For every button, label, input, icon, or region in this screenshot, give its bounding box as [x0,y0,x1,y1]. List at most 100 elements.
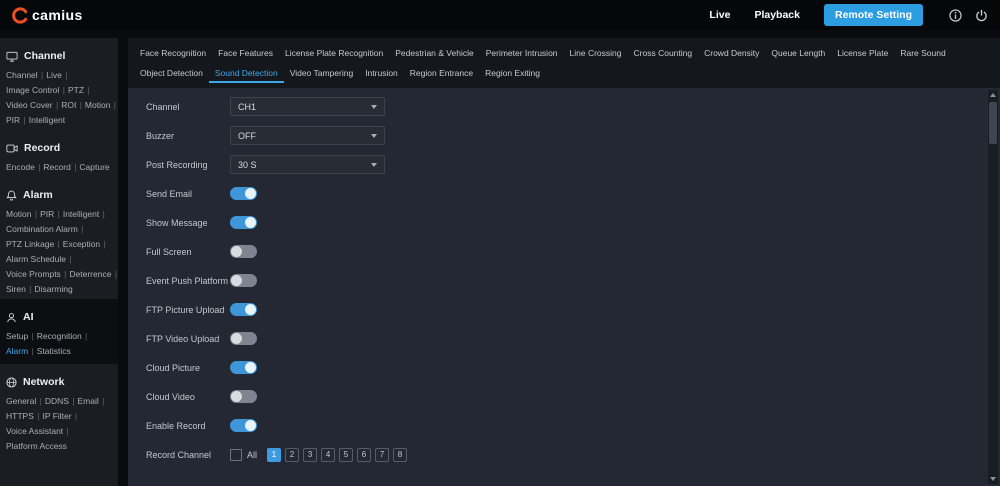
bell-icon [6,190,17,201]
settings-panel: Channel CH1 Buzzer OFF Post Recording 30… [128,88,1000,486]
tab-region-exiting[interactable]: Region Exiting [479,63,546,83]
sidebar-item-record[interactable]: Record [43,162,77,172]
sidebar-item-ai-alarm[interactable]: Alarm [6,346,35,356]
tab-intrusion[interactable]: Intrusion [359,63,404,83]
channel-select[interactable]: CH1 [230,97,385,116]
sidebar-item-voice-assistant[interactable]: Voice Assistant [6,426,70,436]
channel-button-3[interactable]: 3 [303,447,318,462]
sidebar-item-motion[interactable]: Motion [85,100,117,110]
sidebar-item-live[interactable]: Live [46,70,68,80]
sidebar-item-email[interactable]: Email [78,396,106,406]
sidebar-item-disarming[interactable]: Disarming [34,284,74,294]
channel-button-8[interactable]: 8 [393,447,408,462]
tab-sound-detection[interactable]: Sound Detection [209,63,284,83]
sidebar-item-intelligent-alarm[interactable]: Intelligent [63,209,106,219]
tab-rare-sound[interactable]: Rare Sound [894,43,951,63]
nav-live[interactable]: Live [709,9,730,21]
sidebar-item-exception[interactable]: Exception [63,239,107,249]
sidebar-item-image-control[interactable]: Image Control [6,85,66,95]
tab-license-plate[interactable]: License Plate [831,43,894,63]
sidebar-item-pir-alarm[interactable]: PIR [40,209,61,219]
sidebar-header-record[interactable]: Record [0,130,118,160]
full-screen-toggle[interactable] [230,245,257,258]
tab-queue-length[interactable]: Queue Length [765,43,831,63]
field-label: Full Screen [146,246,192,257]
sidebar-item-ptz-linkage[interactable]: PTZ Linkage [6,239,61,249]
sidebar-item-motion-alarm[interactable]: Motion [6,209,38,219]
row-show-message: Show Message [146,208,1000,237]
sidebar-header-channel[interactable]: Channel [0,38,118,68]
enable-record-toggle[interactable] [230,419,257,432]
sidebar-item-roi[interactable]: ROI [61,100,83,110]
sidebar-header-network[interactable]: Network [0,364,118,394]
sidebar-item-voice-prompts[interactable]: Voice Prompts [6,269,67,279]
all-label: All [247,449,258,460]
sidebar-header-alarm[interactable]: Alarm [0,177,118,207]
send-email-toggle[interactable] [230,187,257,200]
toggle-knob [245,362,256,373]
ai-icon [6,312,17,323]
cloud-picture-toggle[interactable] [230,361,257,374]
nav-playback[interactable]: Playback [754,9,800,21]
sidebar-item-ptz[interactable]: PTZ [68,85,91,95]
sidebar-item-pir[interactable]: PIR [6,115,27,125]
sidebar-item-general[interactable]: General [6,396,43,406]
toggle-knob [231,391,242,402]
tab-region-entrance[interactable]: Region Entrance [404,63,479,83]
all-channels-checkbox[interactable] [230,448,242,461]
sidebar-item-siren[interactable]: Siren [6,284,32,294]
sidebar-item-statistics[interactable]: Statistics [37,346,73,356]
scrollbar-thumb[interactable] [989,102,997,144]
tab-face-recognition[interactable]: Face Recognition [134,43,212,63]
info-icon[interactable] [949,8,962,22]
show-message-toggle[interactable] [230,216,257,229]
sidebar-item-ip-filter[interactable]: IP Filter [42,411,78,421]
main-area: Face Recognition Face Features License P… [128,38,1000,486]
nav-remote-setting[interactable]: Remote Setting [823,4,923,26]
arrow-down-icon[interactable] [988,474,998,484]
buzzer-select[interactable]: OFF [230,126,385,145]
sidebar-item-encode[interactable]: Encode [6,162,41,172]
sidebar-item-channel[interactable]: Channel [6,70,44,80]
tab-cross-counting[interactable]: Cross Counting [628,43,699,63]
sidebar-item-deterrence[interactable]: Deterrence [69,269,118,279]
field-label: Event Push Platform [146,275,229,286]
tab-face-features[interactable]: Face Features [212,43,279,63]
tab-crowd-density[interactable]: Crowd Density [698,43,765,63]
channel-button-1[interactable]: 1 [267,447,282,462]
sidebar-item-intelligent[interactable]: Intelligent [29,115,67,125]
tab-perimeter-intrusion[interactable]: Perimeter Intrusion [480,43,564,63]
sidebar-item-ddns[interactable]: DDNS [45,396,76,406]
sidebar-section-channel: Channel ChannelLive Image ControlPTZ Vid… [0,38,118,130]
chevron-down-icon [371,133,377,138]
post-recording-select[interactable]: 30 S [230,155,385,174]
tab-license-plate-recognition[interactable]: License Plate Recognition [279,43,389,63]
sidebar-item-alarm-schedule[interactable]: Alarm Schedule [6,254,73,264]
ftp-video-upload-toggle[interactable] [230,332,257,345]
scrollbar[interactable] [988,90,998,484]
tab-pedestrian-vehicle[interactable]: Pedestrian & Vehicle [389,43,479,63]
tab-object-detection[interactable]: Object Detection [134,63,209,83]
sidebar-item-video-cover[interactable]: Video Cover [6,100,59,110]
event-push-platform-toggle[interactable] [230,274,257,287]
tab-line-crossing[interactable]: Line Crossing [564,43,628,63]
sidebar-item-platform-access[interactable]: Platform Access [6,441,69,451]
channel-button-7[interactable]: 7 [375,447,390,462]
arrow-up-icon[interactable] [988,90,998,100]
row-record-channel: Record Channel All 1 2 3 4 5 6 7 8 [146,440,1000,469]
sidebar-item-capture[interactable]: Capture [79,162,111,172]
channel-button-2[interactable]: 2 [285,447,300,462]
channel-button-6[interactable]: 6 [357,447,372,462]
sidebar-item-https[interactable]: HTTPS [6,411,40,421]
sidebar-header-ai[interactable]: AI [0,299,118,329]
sidebar-item-setup[interactable]: Setup [6,331,35,341]
cloud-video-toggle[interactable] [230,390,257,403]
tab-video-tampering[interactable]: Video Tampering [284,63,359,83]
channel-button-5[interactable]: 5 [339,447,354,462]
ftp-picture-upload-toggle[interactable] [230,303,257,316]
field-label: Channel [146,101,180,112]
power-icon[interactable] [975,9,988,22]
channel-button-4[interactable]: 4 [321,447,336,462]
sidebar-item-recognition[interactable]: Recognition [37,331,88,341]
sidebar-item-combination-alarm[interactable]: Combination Alarm [6,224,84,234]
